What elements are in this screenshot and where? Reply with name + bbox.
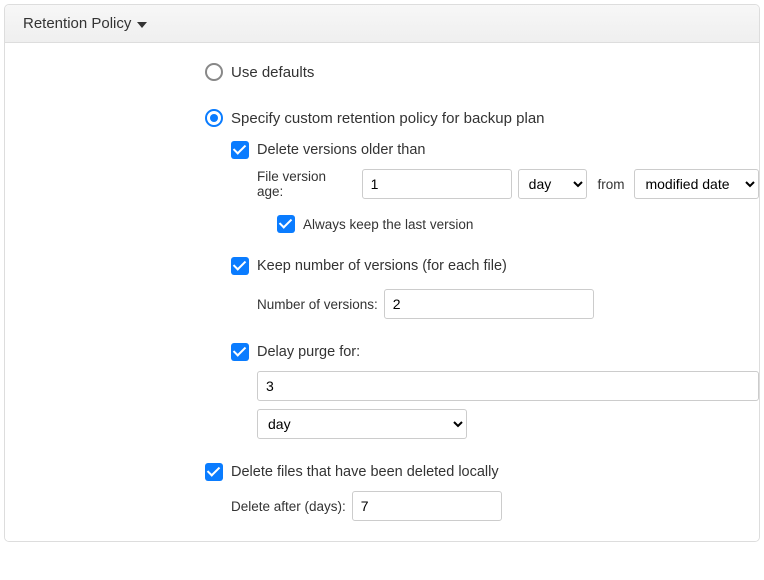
delete-older-label: Delete versions older than [257,142,425,158]
delete-after-input[interactable] [352,491,502,521]
delay-purge-input[interactable] [257,371,759,401]
delete-locally-checkbox[interactable] [205,463,223,481]
delete-older-checkbox[interactable] [231,141,249,159]
delete-older-row: Delete versions older than [231,141,759,159]
panel-header[interactable]: Retention Policy [5,5,759,43]
delete-after-row: Delete after (days): [231,491,759,521]
number-of-versions-label: Number of versions: [257,297,378,312]
keep-versions-checkbox[interactable] [231,257,249,275]
number-of-versions-row: Number of versions: [257,289,759,319]
delay-purge-label: Delay purge for: [257,344,360,360]
delay-purge-unit-row: day [257,409,759,439]
delay-purge-subsection: day [257,371,759,439]
caret-down-icon [137,15,147,32]
delete-locally-subsection: Delete after (days): [231,491,759,521]
delay-purge-row: Delay purge for: [231,343,759,361]
specify-custom-radio[interactable] [205,109,223,127]
panel-body: Use defaults Specify custom retention po… [5,43,759,541]
specify-custom-row: Specify custom retention policy for back… [205,109,759,127]
file-version-age-row: File version age: day from modified date [257,169,759,199]
from-text: from [597,177,624,192]
keep-versions-label: Keep number of versions (for each file) [257,258,507,274]
retention-policy-panel: Retention Policy Use defaults Specify cu… [4,4,760,542]
use-defaults-row: Use defaults [205,63,759,81]
delete-older-subsection: File version age: day from modified date… [257,169,759,233]
delete-after-label: Delete after (days): [231,499,346,514]
reference-select[interactable]: modified date [634,169,759,199]
always-keep-label: Always keep the last version [303,217,473,232]
always-keep-row: Always keep the last version [277,215,759,233]
use-defaults-radio[interactable] [205,63,223,81]
keep-versions-row: Keep number of versions (for each file) [231,257,759,275]
delay-purge-value-row [257,371,759,401]
delay-purge-unit-select[interactable]: day [257,409,467,439]
keep-versions-subsection: Number of versions: [257,289,759,319]
panel-title: Retention Policy [23,15,131,32]
delay-purge-checkbox[interactable] [231,343,249,361]
use-defaults-label: Use defaults [231,64,314,81]
delete-locally-label: Delete files that have been deleted loca… [231,464,499,480]
file-version-age-input[interactable] [362,169,512,199]
number-of-versions-input[interactable] [384,289,594,319]
delete-locally-row: Delete files that have been deleted loca… [205,463,759,481]
custom-section: Delete versions older than File version … [231,141,759,439]
always-keep-checkbox[interactable] [277,215,295,233]
specify-custom-label: Specify custom retention policy for back… [231,110,545,127]
file-version-age-label: File version age: [257,169,356,199]
age-unit-select[interactable]: day [518,169,588,199]
